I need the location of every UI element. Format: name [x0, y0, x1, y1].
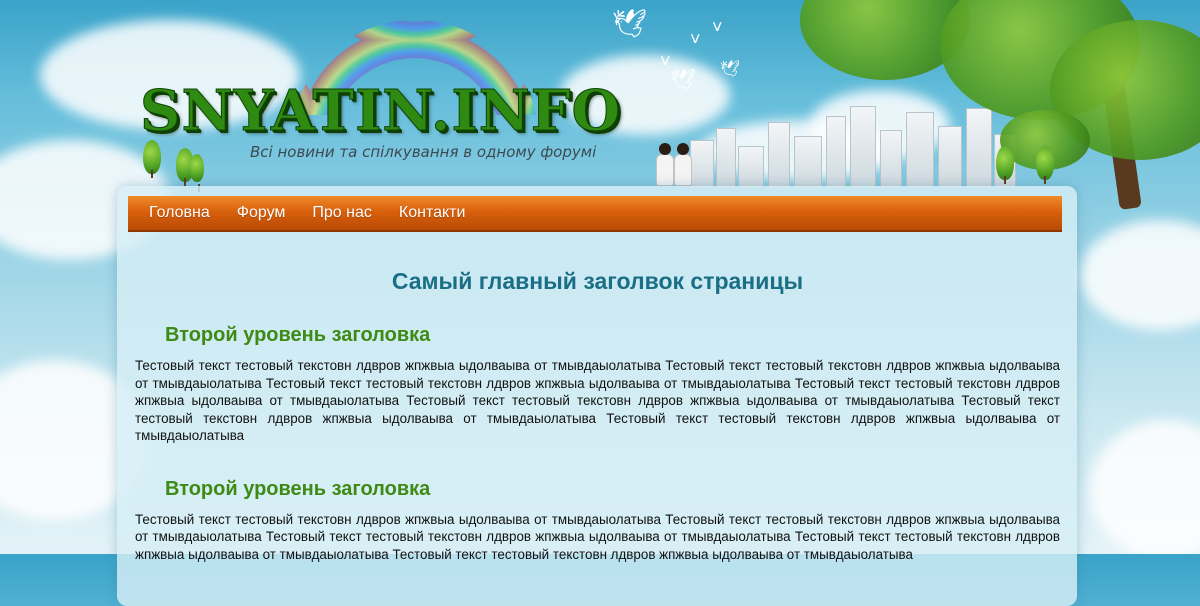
section-heading: Второй уровень заголовка	[165, 324, 431, 346]
cloud	[1090, 420, 1200, 554]
dove-icon: ˅	[660, 51, 671, 71]
tree-icon	[143, 140, 161, 178]
section-heading: Второй уровень заголовка	[165, 477, 431, 500]
content-section: Второй уровень заголовка Тестовый текст …	[135, 475, 1060, 564]
dove-icon: ˅	[690, 29, 701, 49]
dove-icon: 🕊	[670, 69, 696, 91]
main-content: Самый главный заголвок страницы Второй у…	[135, 262, 1060, 563]
dove-icon: 🕊	[720, 61, 741, 78]
section-text: Тестовый текст тестовый текстовн лдвров …	[135, 358, 1060, 443]
nav-item-contacts[interactable]: Контакти	[399, 204, 466, 222]
tree-icon	[1036, 146, 1054, 184]
nav-item-home[interactable]: Головна	[149, 204, 210, 222]
site-logo[interactable]: SNYATIN.INFO	[139, 78, 621, 145]
tree-icon	[190, 154, 204, 192]
page-title: Самый главный заголвок страницы	[391, 268, 804, 294]
city-skyline	[690, 100, 1020, 188]
children-figure	[654, 140, 692, 186]
content-section: Второй уровень заголовка Тестовый текст …	[135, 321, 1060, 445]
section-text: Тестовый текст тестовый текстовн лдвров …	[135, 511, 1060, 562]
main-nav: Головна Форум Про нас Контакти	[128, 196, 1062, 232]
tree-icon	[996, 146, 1014, 184]
site-tagline: Всі новини та спілкування в одному форум…	[250, 143, 597, 161]
dove-icon: 🕊	[612, 8, 648, 39]
nav-item-forum[interactable]: Форум	[237, 204, 286, 222]
nav-item-about[interactable]: Про нас	[312, 204, 371, 222]
cloud	[1080, 220, 1200, 330]
dove-icon: ˅	[712, 17, 723, 37]
